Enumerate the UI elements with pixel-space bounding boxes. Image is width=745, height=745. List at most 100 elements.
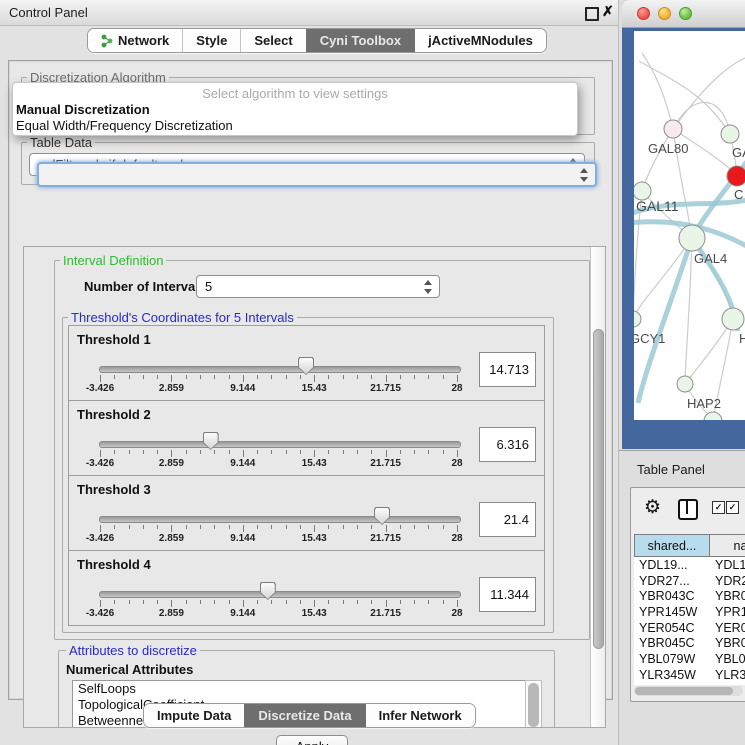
minor-tick bbox=[414, 600, 415, 604]
cell-shared-name: YBR045C bbox=[634, 636, 710, 650]
slider-track[interactable] bbox=[99, 441, 461, 448]
minor-tick bbox=[257, 525, 258, 529]
table-row[interactable]: YER054CYER0 bbox=[634, 620, 745, 636]
dropdown-option-equal-width-frequency-discretization[interactable]: Equal Width/Frequency Discretization bbox=[16, 118, 233, 133]
network-edge[interactable] bbox=[673, 56, 745, 129]
attribute-item-selfloops[interactable]: SelfLoops bbox=[73, 681, 526, 697]
table-hscrollbar-thumb[interactable] bbox=[635, 687, 733, 695]
tick-label: 21.715 bbox=[370, 458, 401, 469]
slider-track[interactable] bbox=[99, 591, 461, 598]
network-node[interactable] bbox=[677, 376, 693, 392]
major-tick bbox=[457, 450, 458, 457]
tick-label: -3.426 bbox=[86, 383, 114, 394]
table-row[interactable]: YIL052CYIL0 bbox=[634, 683, 745, 686]
mac-zoom-button[interactable] bbox=[679, 7, 692, 20]
table-row[interactable]: YBR045CYBR0 bbox=[634, 635, 745, 651]
cell-shared-name: YER054C bbox=[634, 621, 710, 635]
tab-jactivemnodules[interactable]: jActiveMNodules bbox=[414, 29, 546, 52]
num-intervals-combobox[interactable]: 5 bbox=[196, 275, 440, 298]
minor-tick bbox=[129, 525, 130, 529]
node-label-gal80: GAL80 bbox=[648, 141, 688, 156]
minor-tick bbox=[200, 375, 201, 379]
tab-discretize-data[interactable]: Discretize Data bbox=[244, 704, 364, 727]
minor-tick bbox=[328, 375, 329, 379]
column-header-na[interactable]: na bbox=[710, 534, 745, 557]
minor-tick bbox=[229, 600, 230, 604]
minor-tick bbox=[143, 375, 144, 379]
slider-track[interactable] bbox=[99, 366, 461, 373]
table-row[interactable]: YDR27...YDR2 bbox=[634, 573, 745, 589]
threshold-value-field[interactable]: 6.316 bbox=[479, 427, 536, 462]
dropdown-prompt: Select algorithm to view settings bbox=[13, 86, 577, 101]
tick-label: 9.144 bbox=[230, 383, 255, 394]
minor-tick bbox=[214, 450, 215, 454]
dropdown-option-manual-discretization[interactable]: Manual Discretization bbox=[16, 102, 150, 117]
tick-label: -3.426 bbox=[86, 458, 114, 469]
minor-tick bbox=[286, 375, 287, 379]
apply-button[interactable]: Apply bbox=[276, 735, 348, 745]
checkbox-checked-icon[interactable]: ✓ bbox=[726, 501, 739, 514]
table-panel-header: Table Panel bbox=[619, 450, 745, 487]
attributes-scrollbar-thumb[interactable] bbox=[528, 683, 539, 727]
minor-tick bbox=[414, 525, 415, 529]
network-graph: GAL80GACGAL11GAL4GCY1HHAP2 bbox=[634, 31, 745, 420]
gear-icon[interactable]: ⚙ bbox=[644, 496, 661, 519]
minor-tick bbox=[114, 375, 115, 379]
tab-select[interactable]: Select bbox=[240, 29, 305, 52]
network-node[interactable] bbox=[727, 166, 745, 186]
major-tick bbox=[171, 525, 172, 532]
column-header-shared-[interactable]: shared... bbox=[634, 534, 710, 557]
tab-infer-network[interactable]: Infer Network bbox=[365, 704, 475, 727]
mac-minimize-button[interactable] bbox=[658, 7, 671, 20]
attributes-scrollbar[interactable] bbox=[525, 680, 542, 728]
table-row[interactable]: YDL19...YDL1 bbox=[634, 557, 745, 573]
table-hscrollbar[interactable] bbox=[634, 686, 743, 696]
minor-tick bbox=[414, 450, 415, 454]
tab-cyni-toolbox[interactable]: Cyni Toolbox bbox=[306, 29, 414, 52]
network-node[interactable] bbox=[679, 225, 705, 251]
tab-network[interactable]: Network bbox=[88, 29, 182, 52]
network-canvas[interactable]: GAL80GACGAL11GAL4GCY1HHAP2 bbox=[634, 31, 745, 420]
close-icon[interactable]: ✗ bbox=[602, 3, 614, 20]
float-window-icon[interactable] bbox=[585, 7, 599, 21]
minor-tick bbox=[357, 375, 358, 379]
minor-tick bbox=[443, 600, 444, 604]
slider-track[interactable] bbox=[99, 516, 461, 523]
tab-impute-data[interactable]: Impute Data bbox=[144, 704, 244, 727]
checkbox-checked-icon[interactable]: ✓ bbox=[712, 501, 725, 514]
node-label-ga: GA bbox=[732, 145, 745, 160]
table-row[interactable]: YLR345WYLR3 bbox=[634, 667, 745, 683]
cell-shared-name: YLR345W bbox=[634, 668, 710, 682]
network-node[interactable] bbox=[722, 308, 744, 330]
threshold-value-field[interactable]: 21.4 bbox=[479, 502, 536, 537]
minor-tick bbox=[371, 375, 372, 379]
tab-style[interactable]: Style bbox=[182, 29, 240, 52]
table-row[interactable]: YBR043CYBR0 bbox=[634, 588, 745, 604]
threshold-value-field[interactable]: 14.713 bbox=[479, 352, 536, 387]
mac-close-button[interactable] bbox=[637, 7, 650, 20]
table-row[interactable]: YPR145WYPR1 bbox=[634, 604, 745, 620]
network-edge[interactable] bbox=[634, 238, 692, 319]
control-panel: Control Panel ✗ NetworkStyleSelectCyni T… bbox=[0, 0, 619, 745]
threshold-value-field[interactable]: 11.344 bbox=[479, 577, 536, 612]
interval-group-title: Interval Definition bbox=[60, 253, 166, 268]
main-scrollbar[interactable] bbox=[590, 247, 606, 727]
tick-label: 28 bbox=[451, 383, 462, 394]
main-scrollbar-thumb[interactable] bbox=[593, 329, 604, 649]
algorithm-combobox[interactable] bbox=[37, 162, 597, 187]
network-edge[interactable] bbox=[642, 129, 673, 191]
minor-tick bbox=[186, 450, 187, 454]
columns-icon[interactable] bbox=[678, 499, 698, 520]
table-row[interactable]: YBL079WYBL0 bbox=[634, 651, 745, 667]
network-node[interactable] bbox=[634, 311, 641, 327]
network-edge[interactable] bbox=[685, 319, 733, 384]
minor-tick bbox=[114, 450, 115, 454]
network-edge[interactable] bbox=[642, 53, 673, 129]
network-node[interactable] bbox=[664, 120, 682, 138]
network-node[interactable] bbox=[721, 125, 739, 143]
threshold-panel-4: Threshold 4-3.4262.8599.14415.4321.71528… bbox=[68, 550, 545, 626]
cell-name: YER0 bbox=[710, 621, 745, 635]
minor-tick bbox=[200, 450, 201, 454]
minor-tick bbox=[357, 525, 358, 529]
cell-shared-name: YDL19... bbox=[634, 558, 710, 572]
